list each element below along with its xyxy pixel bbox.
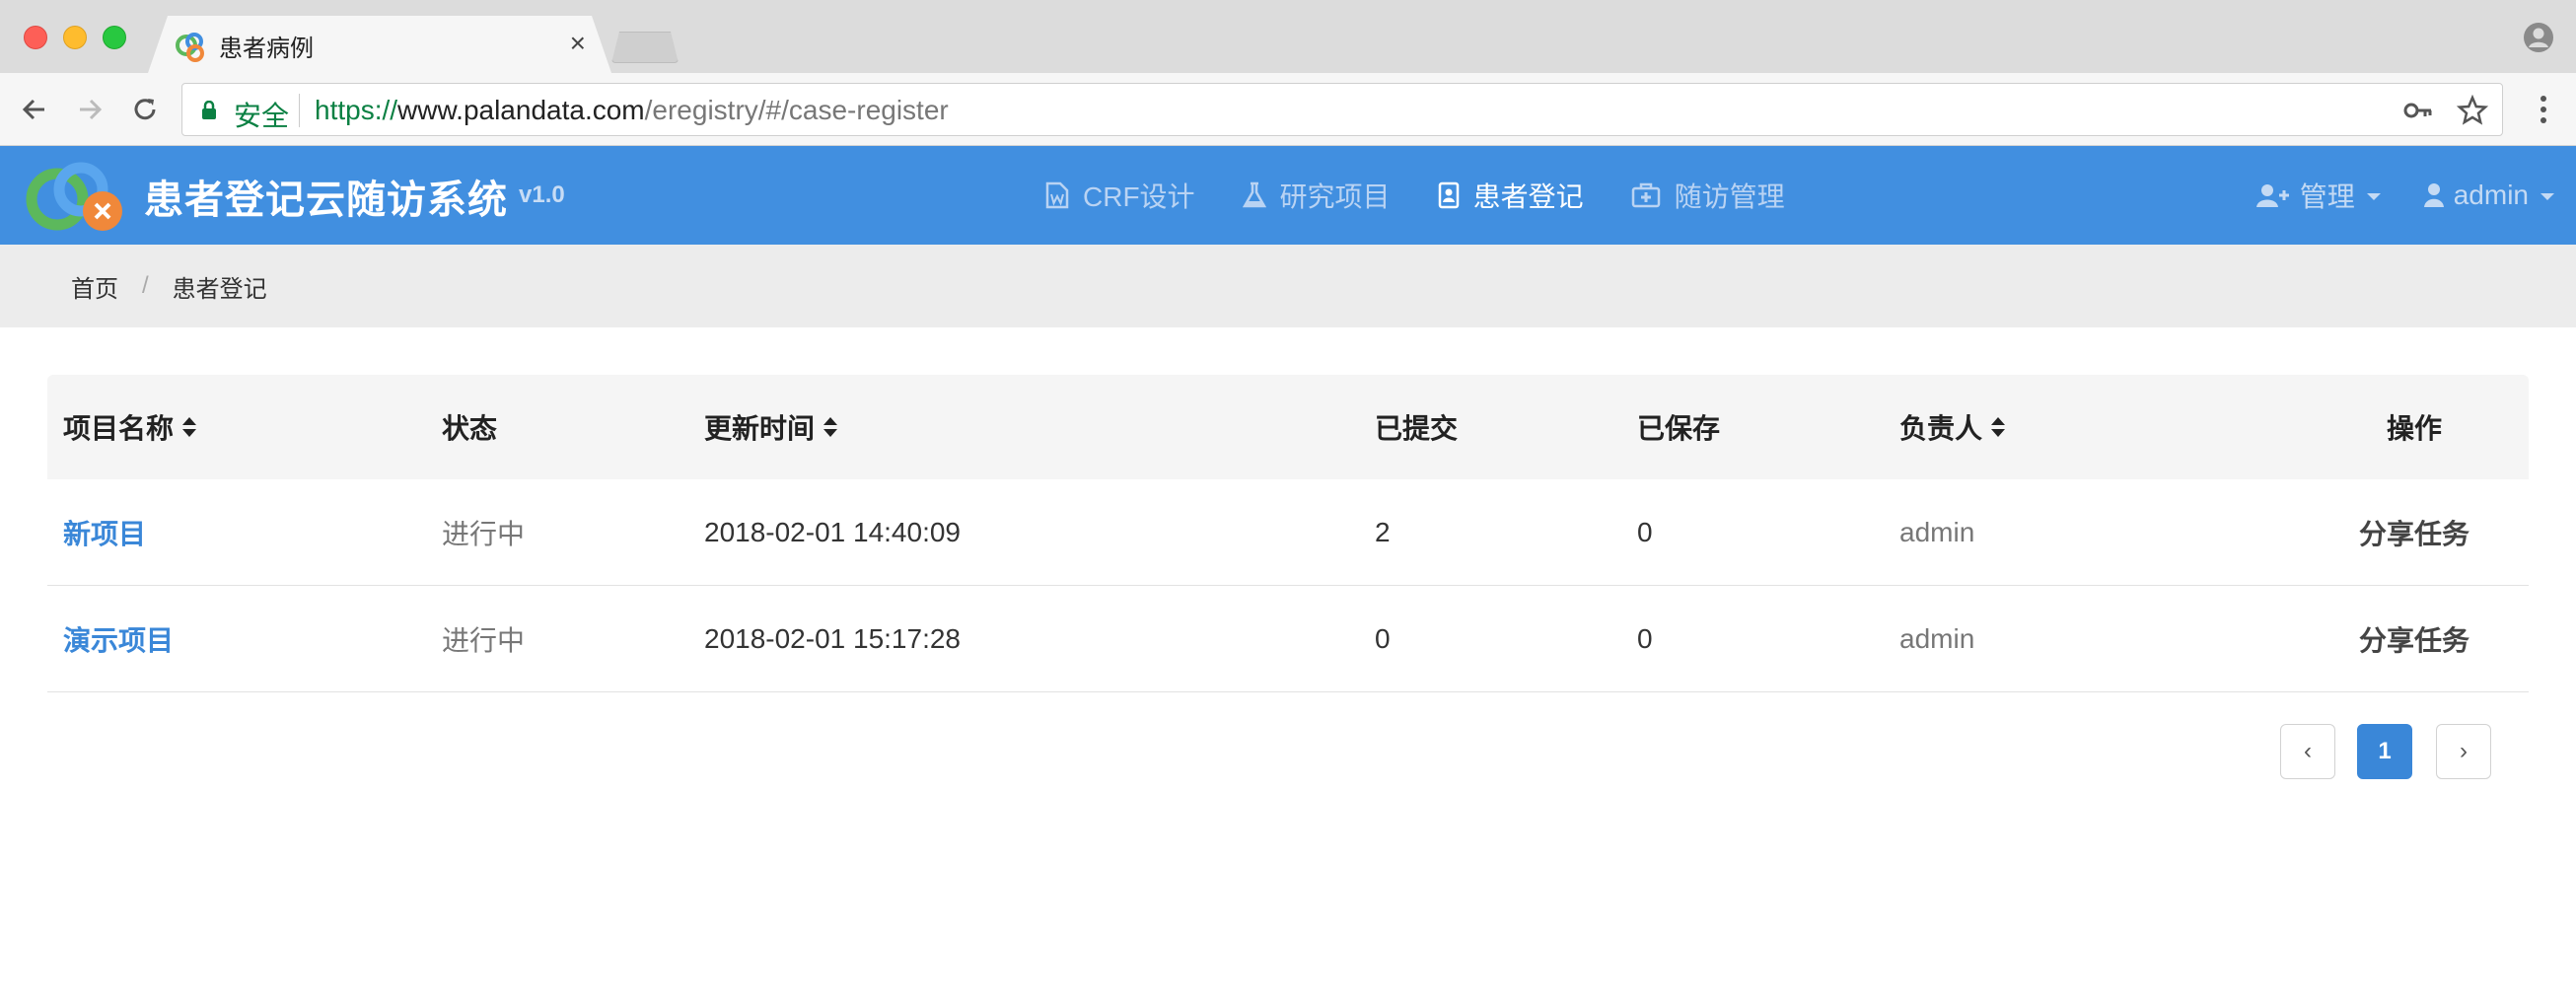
saved-cell: 0: [1637, 622, 1653, 654]
user-plus-icon: [2255, 184, 2289, 207]
flask-icon: [1242, 181, 1266, 208]
status-cell: 进行中: [442, 518, 526, 549]
reload-button[interactable]: [126, 91, 164, 128]
nav-followup-management[interactable]: 随访管理: [1631, 146, 1785, 245]
url-text: https://www.palandata.com/eregistry/#/ca…: [315, 95, 949, 125]
updated-cell: 2018-02-01 15:17:28: [704, 622, 961, 654]
table-row: 演示项目 进行中 2018-02-01 15:17:28 0 0 admin 分…: [47, 586, 2529, 692]
chevron-down-icon: [2540, 192, 2554, 200]
breadcrumb-home[interactable]: 首页: [71, 269, 118, 304]
secure-label: 安全: [234, 101, 290, 131]
main-nav: CRF设计 研究项目 患者登记 随访管理: [1045, 146, 1832, 245]
breadcrumb-current: 患者登记: [172, 275, 267, 303]
table-header: 项目名称 状态 更新时间 已提交 已保存 负责人 操作: [47, 375, 2529, 479]
new-tab-button[interactable]: [611, 32, 679, 63]
project-name-link[interactable]: 新项目: [63, 479, 146, 585]
column-header-updated[interactable]: 更新时间: [704, 375, 838, 479]
user-icon: [2423, 183, 2444, 207]
browser-tab-strip: 患者病例 ×: [0, 0, 2576, 73]
chevron-down-icon: [2366, 192, 2381, 200]
id-card-icon: [1438, 181, 1459, 209]
share-task-button[interactable]: 分享任务: [2266, 586, 2562, 691]
column-header-saved: 已保存: [1637, 413, 1721, 444]
sort-icon: [1991, 417, 2006, 437]
manage-dropdown[interactable]: 管理: [2255, 146, 2381, 245]
bookmark-star-icon[interactable]: [2457, 95, 2488, 126]
arrow-right-icon: [80, 99, 103, 120]
medkit-icon: [1631, 182, 1660, 208]
breadcrumb: 首页 / 患者登记: [0, 245, 2576, 327]
tab-title: 患者病例: [219, 36, 314, 62]
column-header-status: 状态: [442, 413, 498, 444]
maximize-window-button[interactable]: [103, 26, 126, 49]
table-row: 新项目 进行中 2018-02-01 14:40:09 2 0 admin 分享…: [47, 479, 2529, 586]
nav-crf-design[interactable]: CRF设计: [1045, 146, 1195, 245]
omnibox-divider: [299, 94, 300, 127]
tab-close-icon[interactable]: ×: [570, 28, 586, 59]
app-header: 患者登记云随访系统 v1.0 CRF设计 研究项目 患者登记 随访管理 管理 a…: [0, 146, 2576, 245]
nav-patient-registration[interactable]: 患者登记: [1438, 146, 1584, 245]
minimize-window-button[interactable]: [63, 26, 87, 49]
column-header-actions: 操作: [2386, 413, 2442, 444]
sort-icon: [823, 417, 838, 437]
submitted-cell: 2: [1375, 516, 1391, 547]
file-word-icon: [1045, 181, 1069, 209]
saved-cell: 0: [1637, 516, 1653, 547]
favicon-icon: [176, 33, 204, 62]
user-nav: 管理 admin: [2213, 146, 2554, 245]
address-bar[interactable]: 安全 https://www.palandata.com/eregistry/#…: [181, 83, 2503, 136]
status-cell: 进行中: [442, 624, 526, 656]
share-task-button[interactable]: 分享任务: [2266, 479, 2562, 585]
column-header-owner[interactable]: 负责人: [1899, 375, 2006, 479]
page-1-button[interactable]: 1: [2357, 724, 2412, 779]
arrow-left-icon: [22, 99, 44, 120]
owner-cell: admin: [1899, 622, 1975, 654]
owner-cell: admin: [1899, 516, 1975, 547]
prev-page-button[interactable]: ‹: [2280, 724, 2335, 779]
app-version: v1.0: [519, 181, 565, 208]
column-header-name[interactable]: 项目名称: [63, 375, 197, 479]
updated-cell: 2018-02-01 14:40:09: [704, 516, 961, 547]
reload-icon: [134, 99, 156, 120]
close-window-button[interactable]: [24, 26, 47, 49]
project-table: 项目名称 状态 更新时间 已提交 已保存 负责人 操作 新项目 进行中 2018…: [47, 375, 2529, 692]
nav-research-projects[interactable]: 研究项目: [1242, 146, 1391, 245]
app-title: 患者登记云随访系统: [144, 179, 508, 222]
lock-icon: [202, 101, 216, 119]
forward-button[interactable]: [71, 91, 108, 128]
logo: [26, 162, 122, 231]
key-icon[interactable]: [2403, 98, 2433, 123]
sort-icon: [182, 417, 197, 437]
user-dropdown[interactable]: admin: [2423, 146, 2554, 245]
back-button[interactable]: [16, 91, 53, 128]
next-page-button[interactable]: ›: [2436, 724, 2491, 779]
project-name-link[interactable]: 演示项目: [63, 586, 174, 691]
breadcrumb-separator: /: [142, 272, 149, 299]
browser-menu-icon[interactable]: [2525, 91, 2562, 128]
submitted-cell: 0: [1375, 622, 1391, 654]
column-header-submitted: 已提交: [1375, 413, 1459, 444]
browser-tab[interactable]: 患者病例 ×: [148, 16, 611, 73]
profile-icon[interactable]: [2523, 22, 2554, 53]
browser-toolbar: 安全 https://www.palandata.com/eregistry/#…: [0, 73, 2576, 146]
